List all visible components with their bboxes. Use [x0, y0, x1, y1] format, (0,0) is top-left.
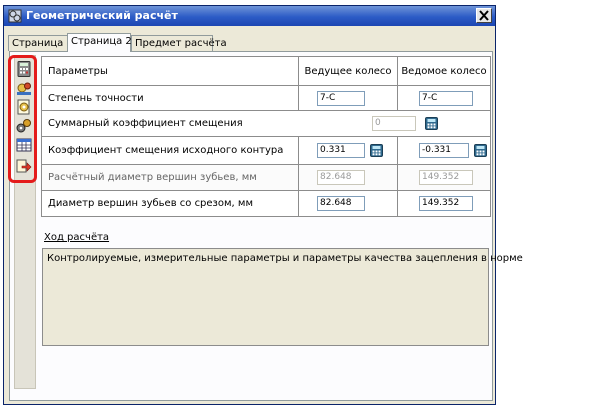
- tab-calc-subject[interactable]: Предмет расчёта: [131, 35, 227, 51]
- tip-cut-drive-field[interactable]: 82.648: [317, 196, 365, 211]
- title-bar[interactable]: Геометрический расчёт: [4, 6, 495, 26]
- calculation-message: Контролируемые, измерительные параметры …: [47, 253, 523, 264]
- calculator-icon[interactable]: [425, 117, 438, 130]
- table-icon[interactable]: [16, 137, 32, 153]
- export-arrow-icon[interactable]: [16, 158, 32, 174]
- table-row: Расчётный диаметр вершин зубьев, мм 82.6…: [42, 165, 490, 191]
- gear-document-icon[interactable]: [16, 99, 32, 115]
- accuracy-driven-field[interactable]: 7-С: [419, 91, 473, 106]
- calculator-icon[interactable]: [370, 144, 383, 157]
- header-driven-wheel: Ведомое колесо: [401, 66, 487, 77]
- tab-panel: Параметры Ведущее колесо Ведомое колесо …: [9, 51, 493, 401]
- parameters-grid: Параметры Ведущее колесо Ведомое колесо …: [41, 56, 491, 217]
- tip-cut-driven-field[interactable]: 149.352: [419, 196, 473, 211]
- close-button[interactable]: [476, 8, 492, 23]
- calculator-icon[interactable]: [16, 61, 32, 77]
- grid-header-row: Параметры Ведущее колесо Ведомое колесо: [42, 57, 490, 86]
- table-row: Степень точности 7-С 7-С: [42, 86, 490, 111]
- total-shift-field[interactable]: 0: [372, 116, 416, 131]
- table-row: Диаметр вершин зубьев со срезом, мм 82.6…: [42, 191, 490, 216]
- row-label-total-shift: Суммарный коэффициент смещения: [48, 118, 243, 129]
- app-icon: [8, 9, 22, 23]
- gear-pair-icon[interactable]: [16, 80, 32, 96]
- row-label-accuracy: Степень точности: [48, 93, 144, 104]
- tab-page-2[interactable]: Страница 2: [67, 33, 132, 52]
- calc-tip-driven-field[interactable]: 149.352: [419, 170, 473, 185]
- row-label-calc-tip-diameter: Расчётный диаметр вершин зубьев, мм: [48, 172, 257, 183]
- calculation-progress-link[interactable]: Ход расчёта: [44, 232, 109, 243]
- table-row: Суммарный коэффициент смещения 0: [42, 111, 490, 137]
- dialog-window: Геометрический расчёт Страница 1 Страниц…: [3, 5, 523, 405]
- header-drive-wheel: Ведущее колесо: [304, 66, 392, 77]
- calculator-icon[interactable]: [474, 144, 487, 157]
- close-icon: [479, 10, 489, 21]
- shift-driven-field[interactable]: -0.331: [419, 143, 469, 158]
- shift-drive-field[interactable]: 0.331: [317, 143, 365, 158]
- row-label-shift: Коэффициент смещения исходного контура: [48, 145, 284, 156]
- gears-icon[interactable]: [16, 118, 32, 134]
- table-row: Коэффициент смещения исходного контура 0…: [42, 137, 490, 165]
- calc-tip-drive-field[interactable]: 82.648: [317, 170, 365, 185]
- accuracy-drive-field[interactable]: 7-С: [317, 91, 365, 106]
- window-title: Геометрический расчёт: [26, 9, 178, 22]
- row-label-tip-cut-diameter: Диаметр вершин зубьев со срезом, мм: [48, 198, 253, 209]
- header-params: Параметры: [48, 66, 108, 77]
- calculation-log[interactable]: Контролируемые, измерительные параметры …: [42, 248, 523, 346]
- tab-page-1[interactable]: Страница 1: [8, 35, 73, 51]
